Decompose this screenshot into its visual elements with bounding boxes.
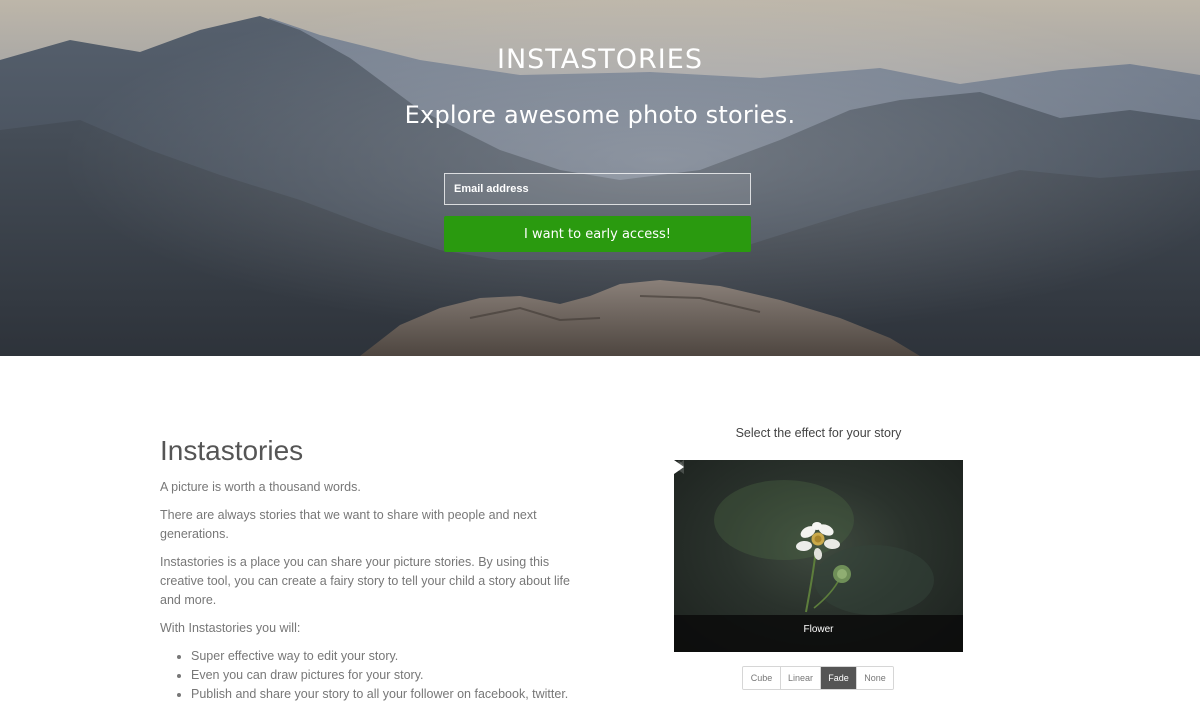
hero-banner: INSTASTORIES Explore awesome photo stori… (0, 0, 1200, 356)
effect-none-button[interactable]: None (857, 667, 893, 689)
feature-item: Even you can draw pictures for your stor… (191, 666, 590, 685)
email-input[interactable] (444, 173, 751, 205)
effect-linear-button[interactable]: Linear (781, 667, 821, 689)
feature-item: Publish and share your story to all your… (191, 685, 590, 702)
feature-list: Super effective way to edit your story. … (191, 647, 590, 702)
intro-paragraph: A picture is worth a thousand words. (160, 480, 361, 494)
effect-fade-button[interactable]: Fade (821, 667, 857, 689)
intro-paragraph: There are always stories that we want to… (160, 508, 537, 541)
site-logo[interactable]: INSTASTORIES (0, 44, 1200, 75)
features-lead: With Instastories you will: (160, 621, 301, 635)
feature-item: Super effective way to edit your story. (191, 647, 590, 666)
effect-selector-title: Select the effect for your story (735, 426, 902, 440)
arrow-right-icon[interactable] (674, 460, 684, 474)
effect-button-group: Cube Linear Fade None (742, 666, 894, 690)
about-section: Instastories A picture is worth a thousa… (160, 434, 590, 702)
section-title: Instastories (160, 435, 304, 466)
early-access-button[interactable]: I want to early access! (444, 216, 751, 252)
hero-tagline: Explore awesome photo stories. (404, 101, 796, 129)
slide-caption: Flower (674, 615, 963, 652)
intro-paragraph: Instastories is a place you can share yo… (160, 555, 570, 607)
story-slider[interactable]: Flower (674, 460, 963, 652)
effect-cube-button[interactable]: Cube (743, 667, 781, 689)
